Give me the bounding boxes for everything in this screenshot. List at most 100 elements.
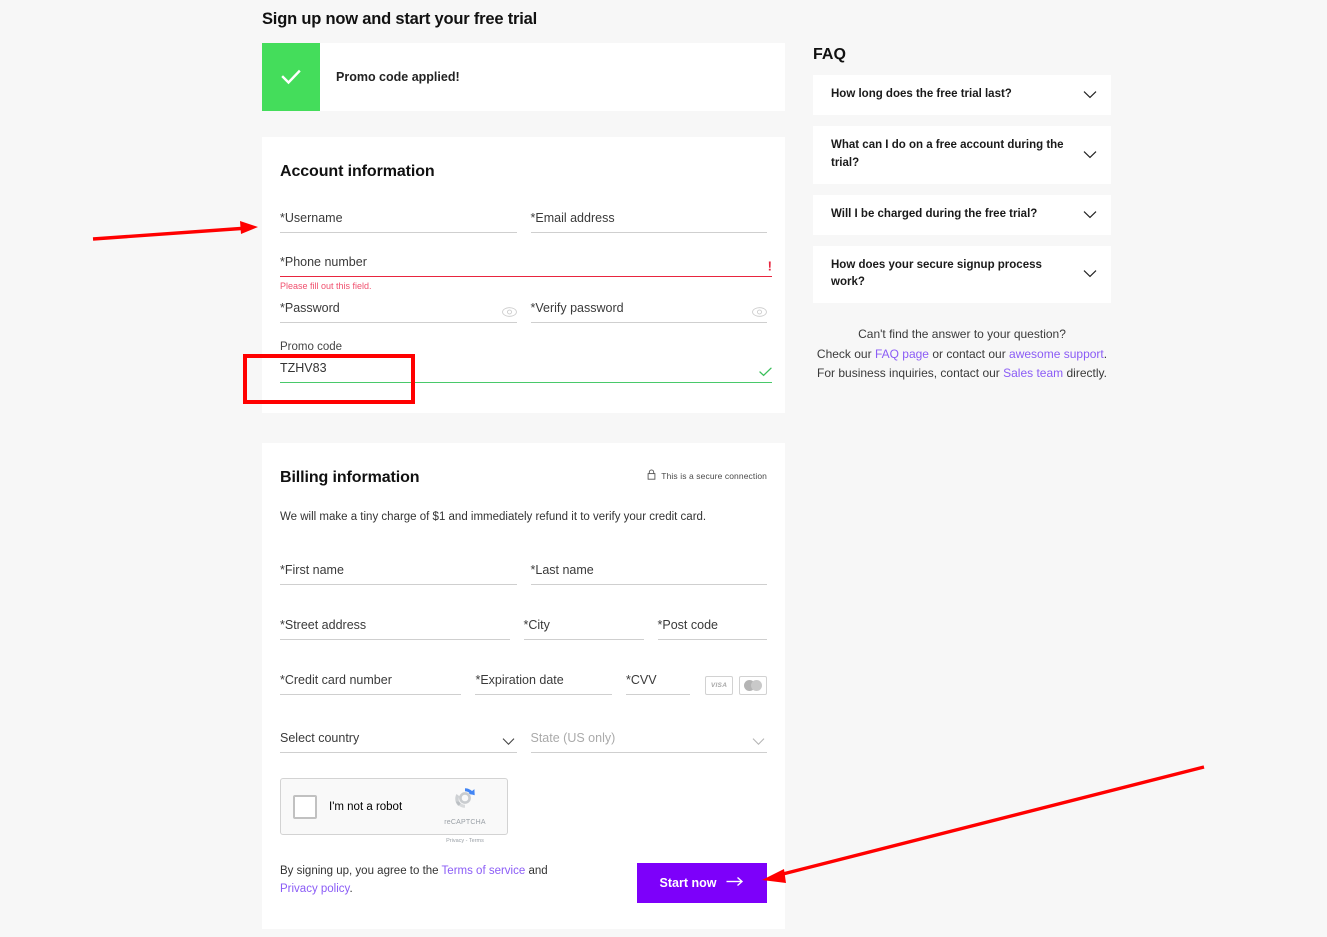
password-field[interactable]: *Password [280, 301, 517, 323]
chevron-down-icon [1083, 206, 1097, 224]
chevron-down-icon [502, 733, 515, 751]
start-now-label: Start now [659, 876, 717, 890]
phone-field-wrapper: *Phone number ! Please fill out this fie… [280, 255, 772, 291]
recaptcha-widget[interactable]: I'm not a robot reCAPTCHA Privacy - Term… [280, 778, 508, 844]
terms-suffix: . [349, 882, 353, 895]
lock-icon [647, 469, 656, 482]
arrow-right-icon [726, 876, 744, 890]
email-field[interactable]: *Email address [530, 211, 767, 233]
promo-banner-message: Promo code applied! [336, 70, 460, 84]
billing-row-region: Select country State (US only) [280, 731, 767, 753]
secure-connection-text: This is a secure connection [661, 470, 767, 481]
password-label: *Password [280, 301, 340, 315]
eye-icon[interactable] [752, 306, 767, 317]
faq-item[interactable]: What can I do on a free account during t… [813, 126, 1111, 184]
terms-agreement-text: By signing up, you agree to the Terms of… [280, 863, 580, 899]
start-now-button[interactable]: Start now [637, 863, 767, 903]
username-label: *Username [280, 211, 343, 225]
faq-footer-line1: Can't find the answer to your question? [858, 327, 1066, 342]
check-icon [759, 367, 772, 377]
terms-prefix: By signing up, you agree to the [280, 865, 442, 877]
recaptcha-branding: reCAPTCHA Privacy - Terms [434, 785, 496, 847]
post-code-field[interactable]: *Post code [657, 618, 767, 640]
faq-item[interactable]: How long does the free trial last? [813, 75, 1111, 115]
cvv-label: *CVV [626, 673, 657, 687]
promo-code-highlight-annotation [243, 354, 415, 404]
credit-card-number-label: *Credit card number [280, 673, 392, 687]
first-name-field[interactable]: *First name [280, 563, 517, 585]
faq-column: FAQ How long does the free trial last? W… [813, 46, 1111, 384]
faq-question: How does your secure signup process work… [831, 258, 1042, 289]
faq-footer-line3-prefix: For business inquiries, contact our [817, 366, 1004, 381]
billing-footer: By signing up, you agree to the Terms of… [280, 863, 767, 903]
billing-row-name: *First name *Last name [280, 563, 767, 585]
street-address-field[interactable]: *Street address [280, 618, 510, 640]
visa-card-icon: VISA [705, 676, 733, 695]
chevron-down-icon [1083, 265, 1097, 283]
promo-applied-banner: Promo code applied! [262, 43, 785, 111]
error-exclamation-icon: ! [767, 258, 772, 273]
faq-question: How long does the free trial last? [831, 88, 1012, 101]
billing-header: Billing information This is a secure con… [280, 469, 767, 487]
first-name-label: *First name [280, 563, 344, 577]
verify-password-field[interactable]: *Verify password [530, 301, 767, 323]
faq-page-link[interactable]: FAQ page [875, 347, 929, 361]
faq-footer-line2-prefix: Check our [816, 346, 875, 361]
page-title: Sign up now and start your free trial [262, 10, 537, 28]
terms-middle: and [525, 865, 548, 877]
street-address-label: *Street address [280, 618, 367, 632]
faq-item[interactable]: How does your secure signup process work… [813, 245, 1111, 304]
mastercard-card-icon [739, 676, 767, 695]
state-select[interactable]: State (US only) [530, 731, 767, 753]
faq-footer-line2-middle: or contact our [928, 346, 1010, 361]
expiration-date-label: *Expiration date [475, 673, 564, 687]
signup-column: Sign up now and start your free trial Pr… [262, 0, 785, 929]
username-field[interactable]: *Username [280, 211, 517, 233]
billing-section-title: Billing information [280, 469, 420, 486]
billing-row-card: *Credit card number *Expiration date *CV… [280, 673, 767, 695]
verify-password-label: *Verify password [530, 301, 624, 315]
check-icon [262, 43, 320, 111]
cvv-field[interactable]: *CVV [626, 673, 690, 695]
faq-item[interactable]: Will I be charged during the free trial? [813, 194, 1111, 235]
billing-row-address: *Street address *City *Post code [280, 618, 767, 640]
faq-question: Will I be charged during the free trial? [831, 207, 1038, 220]
chevron-down-icon [1083, 146, 1097, 164]
sales-team-link[interactable]: Sales team [1003, 366, 1063, 380]
faq-footer: Can't find the answer to your question? … [813, 325, 1111, 383]
last-name-label: *Last name [530, 563, 594, 577]
expiration-date-field[interactable]: *Expiration date [475, 673, 613, 695]
eye-icon[interactable] [501, 306, 517, 317]
credit-card-number-field[interactable]: *Credit card number [280, 673, 462, 695]
last-name-field[interactable]: *Last name [530, 563, 767, 585]
awesome-support-link[interactable]: awesome support [1009, 347, 1104, 361]
account-row-1: *Username *Email address [280, 211, 767, 233]
billing-information-card: Billing information This is a secure con… [262, 443, 785, 929]
faq-footer-line3: For business inquiries, contact our Sale… [813, 364, 1111, 383]
faq-footer-line2-suffix: . [1103, 346, 1108, 361]
country-select[interactable]: Select country [280, 731, 517, 753]
country-select-label: Select country [280, 731, 360, 745]
accepted-card-brands: VISA [705, 676, 767, 695]
phone-number-label: *Phone number [280, 255, 367, 269]
phone-number-field[interactable]: *Phone number ! [280, 255, 772, 277]
post-code-label: *Post code [657, 618, 718, 632]
billing-subtitle: We will make a tiny charge of $1 and imm… [280, 511, 707, 523]
recaptcha-brand-text: reCAPTCHA [444, 819, 486, 826]
chevron-down-icon [1083, 86, 1097, 104]
faq-footer-line2: Check our FAQ page or contact our awesom… [813, 345, 1111, 364]
recaptcha-checkbox[interactable] [293, 794, 317, 819]
signup-page: Sign up now and start your free trial Pr… [0, 0, 1327, 937]
city-field[interactable]: *City [523, 618, 644, 640]
arrow-to-start-now-annotation [762, 765, 1205, 883]
faq-title: FAQ [813, 46, 846, 63]
arrow-to-username-annotation [92, 221, 258, 241]
privacy-policy-link[interactable]: Privacy policy [280, 883, 349, 895]
account-row-password: *Password *Verify password [280, 301, 767, 323]
secure-connection-note: This is a secure connection [647, 469, 767, 482]
phone-error-message: Please fill out this field. [280, 281, 372, 291]
promo-code-label: Promo code [280, 341, 343, 353]
terms-of-service-link[interactable]: Terms of service [442, 865, 526, 877]
recaptcha-links[interactable]: Privacy - Terms [446, 838, 484, 844]
faq-question: What can I do on a free account during t… [831, 139, 1064, 169]
